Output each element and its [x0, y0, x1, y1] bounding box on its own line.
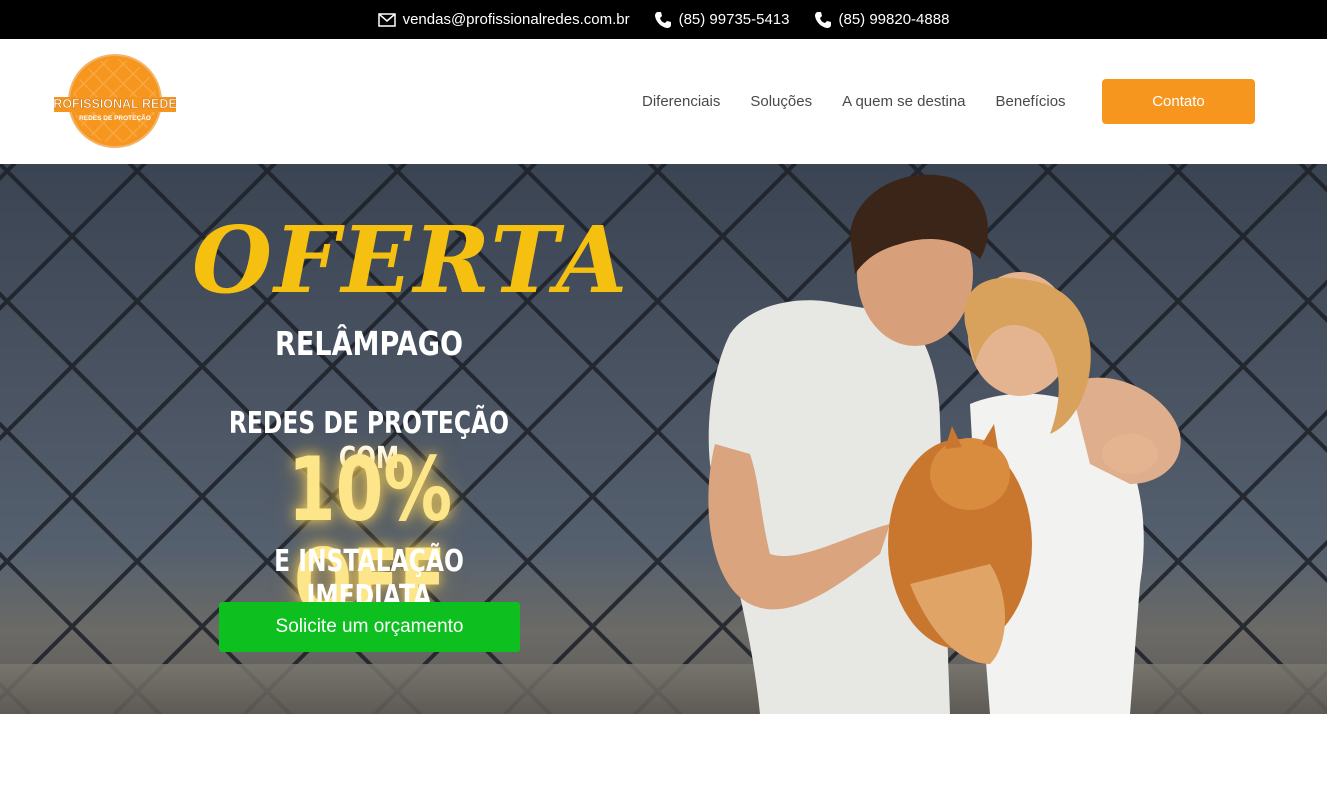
phone-text-1: (85) 99735-5413: [678, 11, 790, 28]
site-header: PROFISSIONAL REDES REDES DE PROTEÇÃO Dif…: [0, 39, 1327, 164]
brand-logo[interactable]: PROFISSIONAL REDES REDES DE PROTEÇÃO: [45, 54, 185, 150]
nav-item-solucoes[interactable]: Soluções: [750, 93, 812, 110]
phone-link-1[interactable]: (85) 99735-5413: [654, 11, 790, 29]
nav-item-a-quem-se-destina[interactable]: A quem se destina: [842, 93, 965, 110]
hero-banner: OFERTA RELÂMPAGO REDES DE PROTEÇÃO COM 1…: [0, 164, 1327, 714]
nav-item-beneficios[interactable]: Benefícios: [996, 93, 1066, 110]
main-nav: Diferenciais Soluções A quem se destina …: [642, 93, 1066, 110]
email-link[interactable]: vendas@profissionalredes.com.br: [377, 11, 630, 28]
top-contact-bar: vendas@profissionalredes.com.br (85) 997…: [0, 0, 1327, 39]
phone-link-2[interactable]: (85) 99820-4888: [814, 11, 950, 29]
couple-with-cat-photo: [708, 174, 1181, 714]
email-text: vendas@profissionalredes.com.br: [402, 11, 630, 28]
nav-item-diferenciais[interactable]: Diferenciais: [642, 93, 720, 110]
phone-icon: [654, 11, 672, 29]
svg-text:PROFISSIONAL REDES: PROFISSIONAL REDES: [54, 97, 176, 111]
contact-button[interactable]: Contato: [1102, 79, 1255, 124]
phone-text-2: (85) 99820-4888: [838, 11, 950, 28]
svg-text:REDES DE PROTEÇÃO: REDES DE PROTEÇÃO: [79, 113, 151, 122]
request-quote-button[interactable]: Solicite um orçamento: [219, 602, 520, 652]
mail-icon: [377, 12, 396, 27]
offer-subheadline: RELÂMPAGO: [275, 324, 463, 363]
offer-headline: OFERTA: [192, 206, 630, 314]
phone-icon: [814, 11, 832, 29]
